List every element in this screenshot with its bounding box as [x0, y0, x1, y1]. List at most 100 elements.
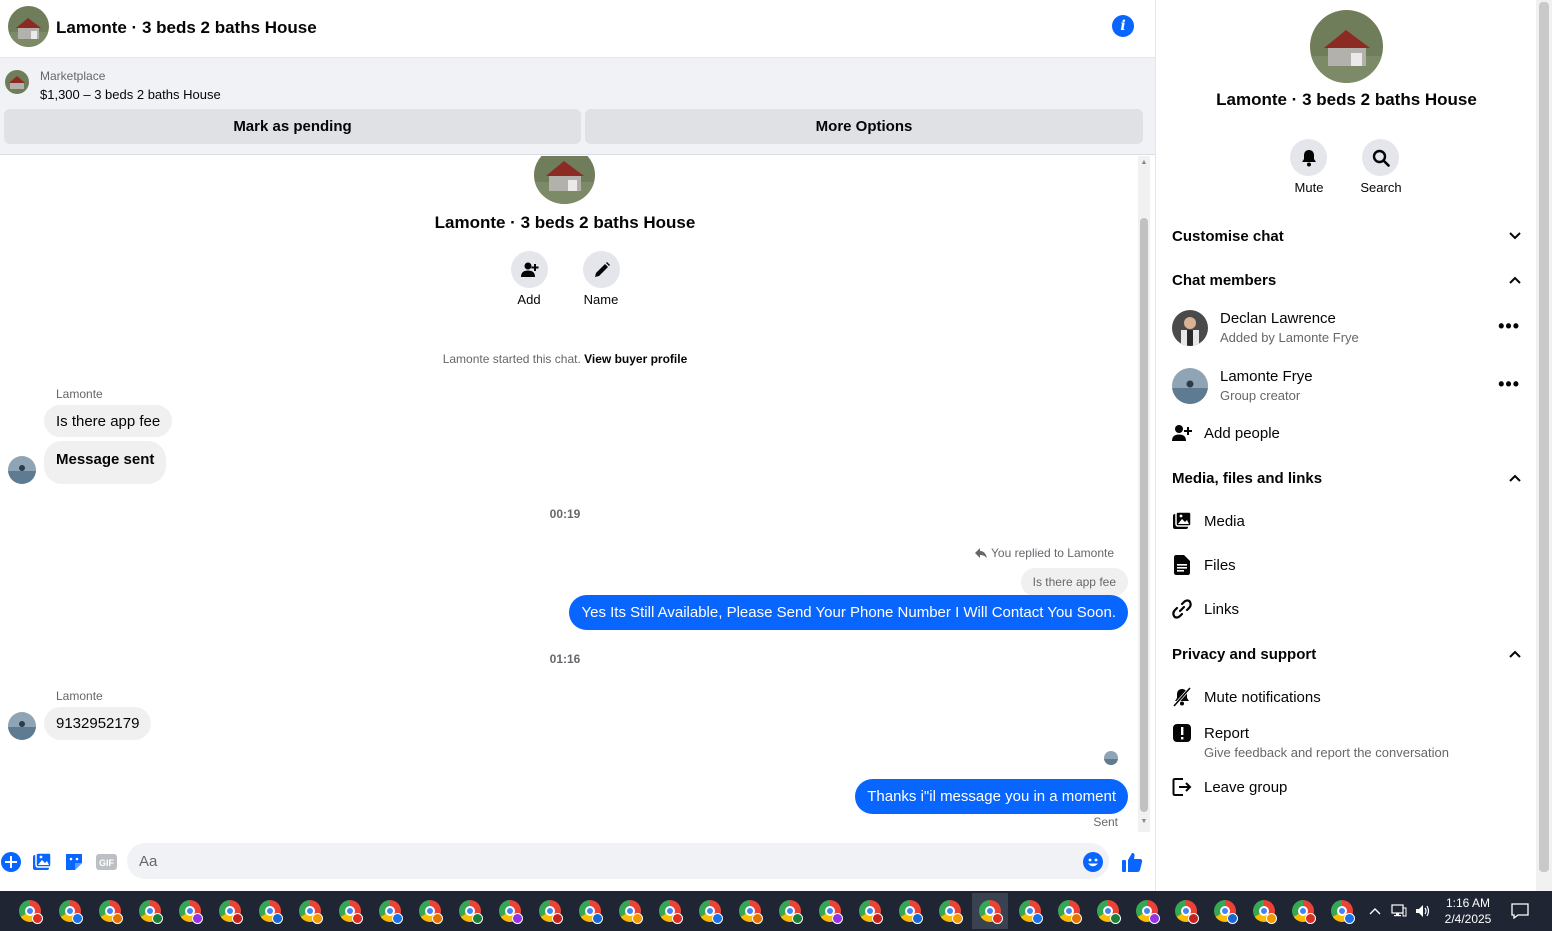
files-label: Files: [1204, 556, 1236, 574]
section-title: Chat members: [1172, 271, 1277, 289]
conversation-title: Lamonte · 3 beds 2 baths House: [434, 213, 696, 232]
chrome-profile-taskbar-icon[interactable]: [812, 893, 848, 929]
chrome-profile-taskbar-icon[interactable]: [452, 893, 488, 929]
chrome-profile-taskbar-icon[interactable]: [652, 893, 688, 929]
marketplace-banner: Marketplace $1,300 – 3 beds 2 baths Hous…: [0, 58, 1155, 155]
panel-scrollbar[interactable]: [1536, 0, 1552, 891]
member-row[interactable]: Lamonte Frye Group creator •••: [1172, 364, 1522, 412]
chrome-profile-taskbar-icon[interactable]: [1246, 893, 1282, 929]
chrome-profile-taskbar-icon[interactable]: [532, 893, 568, 929]
rename-button[interactable]: [583, 251, 620, 288]
search-button[interactable]: [1362, 139, 1399, 176]
chrome-profile-taskbar-icon[interactable]: [1012, 893, 1048, 929]
chrome-profile-taskbar-icon[interactable]: [252, 893, 288, 929]
more-options-icon[interactable]: •••: [1498, 374, 1520, 395]
sender-avatar[interactable]: [8, 712, 36, 740]
chrome-profile-taskbar-icon[interactable]: [852, 893, 888, 929]
listing-title[interactable]: $1,300 – 3 beds 2 baths House: [40, 87, 221, 102]
links-item[interactable]: Links: [1172, 591, 1522, 627]
scroll-up-icon[interactable]: ▲: [1140, 159, 1148, 167]
chrome-profile-taskbar-icon[interactable]: [292, 893, 328, 929]
add-member-button[interactable]: [511, 251, 548, 288]
media-item[interactable]: Media: [1172, 503, 1522, 539]
scroll-thumb[interactable]: [1539, 2, 1549, 872]
gif-icon[interactable]: GIF: [95, 851, 117, 873]
chrome-profile-taskbar-icon[interactable]: [1090, 893, 1126, 929]
emoji-icon[interactable]: [1082, 851, 1104, 873]
conversation-scrollbar[interactable]: ▲ ▼: [1138, 156, 1150, 832]
chrome-profile-taskbar-icon[interactable]: [12, 893, 48, 929]
chrome-profile-taskbar-icon[interactable]: [1285, 893, 1321, 929]
chrome-profile-taskbar-icon[interactable]: [1207, 893, 1243, 929]
chrome-profile-taskbar-icon[interactable]: [972, 893, 1008, 929]
mute-notifications-label: Mute notifications: [1204, 688, 1321, 706]
system-clock[interactable]: 1:16 AM 2/4/2025: [1434, 895, 1502, 927]
chrome-profile-taskbar-icon[interactable]: [772, 893, 808, 929]
section-title: Customise chat: [1172, 227, 1284, 245]
mute-notifications-item[interactable]: Mute notifications: [1172, 679, 1522, 715]
chrome-profile-taskbar-icon[interactable]: [412, 893, 448, 929]
panel-group-avatar[interactable]: [1310, 10, 1383, 83]
outgoing-message[interactable]: Yes Its Still Available, Please Send You…: [569, 595, 1128, 630]
chrome-profile-taskbar-icon[interactable]: [1051, 893, 1087, 929]
profile-badge-icon: [872, 913, 883, 924]
links-label: Links: [1204, 600, 1240, 618]
more-options-button[interactable]: More Options: [585, 109, 1143, 144]
replied-quote[interactable]: Is there app fee: [1020, 568, 1128, 596]
incoming-message[interactable]: Is there app fee: [44, 405, 173, 437]
chrome-profile-taskbar-icon[interactable]: [1168, 893, 1204, 929]
incoming-message[interactable]: Message sent: [44, 441, 167, 484]
info-icon[interactable]: i: [1112, 15, 1134, 37]
timestamp-separator: 00:19: [549, 507, 581, 521]
view-buyer-profile-link[interactable]: View buyer profile: [584, 352, 687, 366]
customise-chat-section[interactable]: Customise chat: [1172, 218, 1522, 254]
chrome-profile-taskbar-icon[interactable]: [1129, 893, 1165, 929]
chrome-profile-taskbar-icon[interactable]: [172, 893, 208, 929]
mark-pending-button[interactable]: Mark as pending: [4, 109, 581, 144]
chrome-profile-taskbar-icon[interactable]: [932, 893, 968, 929]
leave-group-item[interactable]: Leave group: [1172, 769, 1522, 805]
chrome-profile-taskbar-icon[interactable]: [372, 893, 408, 929]
chrome-profile-taskbar-icon[interactable]: [492, 893, 528, 929]
media-files-links-section[interactable]: Media, files and links: [1172, 460, 1522, 496]
chrome-profile-taskbar-icon[interactable]: [692, 893, 728, 929]
mute-button[interactable]: [1290, 139, 1327, 176]
chrome-profile-taskbar-icon[interactable]: [212, 893, 248, 929]
chrome-profile-taskbar-icon[interactable]: [132, 893, 168, 929]
mute-label: Mute: [1294, 180, 1324, 195]
outgoing-message[interactable]: Thanks i"il message you in a moment: [855, 779, 1128, 814]
group-avatar[interactable]: [8, 6, 49, 47]
notification-center-icon[interactable]: [1506, 891, 1534, 931]
sticker-icon[interactable]: [63, 851, 85, 873]
listing-thumbnail[interactable]: [5, 70, 29, 94]
sender-avatar[interactable]: [8, 456, 36, 484]
scroll-down-icon[interactable]: ▼: [1140, 818, 1148, 826]
add-people-item[interactable]: Add people: [1172, 415, 1522, 451]
incoming-message[interactable]: 9132952179: [44, 707, 152, 740]
member-row[interactable]: Declan Lawrence Added by Lamonte Frye ••…: [1172, 306, 1522, 354]
pencil-icon: [594, 261, 610, 277]
chrome-profile-taskbar-icon[interactable]: [1324, 893, 1360, 929]
network-icon[interactable]: [1388, 891, 1410, 931]
files-item[interactable]: Files: [1172, 547, 1522, 583]
chat-members-section[interactable]: Chat members: [1172, 262, 1522, 298]
chat-title[interactable]: Lamonte · 3 beds 2 baths House: [56, 18, 317, 38]
thumbs-up-icon[interactable]: [1121, 851, 1143, 873]
volume-icon[interactable]: [1412, 891, 1434, 931]
photo-icon[interactable]: [31, 851, 53, 873]
chrome-profile-taskbar-icon[interactable]: [92, 893, 128, 929]
show-hidden-icons-icon[interactable]: [1366, 891, 1384, 931]
chrome-profile-taskbar-icon[interactable]: [332, 893, 368, 929]
chrome-profile-taskbar-icon[interactable]: [52, 893, 88, 929]
chrome-profile-taskbar-icon[interactable]: [732, 893, 768, 929]
reply-note: You replied to Lamonte: [975, 546, 1114, 560]
chrome-profile-taskbar-icon[interactable]: [612, 893, 648, 929]
scroll-thumb[interactable]: [1140, 218, 1148, 812]
chevron-up-icon: [1508, 647, 1522, 661]
more-options-icon[interactable]: •••: [1498, 316, 1520, 337]
privacy-support-section[interactable]: Privacy and support: [1172, 636, 1522, 672]
chrome-profile-taskbar-icon[interactable]: [572, 893, 608, 929]
plus-icon[interactable]: [0, 851, 22, 873]
message-input[interactable]: [127, 843, 1109, 879]
chrome-profile-taskbar-icon[interactable]: [892, 893, 928, 929]
